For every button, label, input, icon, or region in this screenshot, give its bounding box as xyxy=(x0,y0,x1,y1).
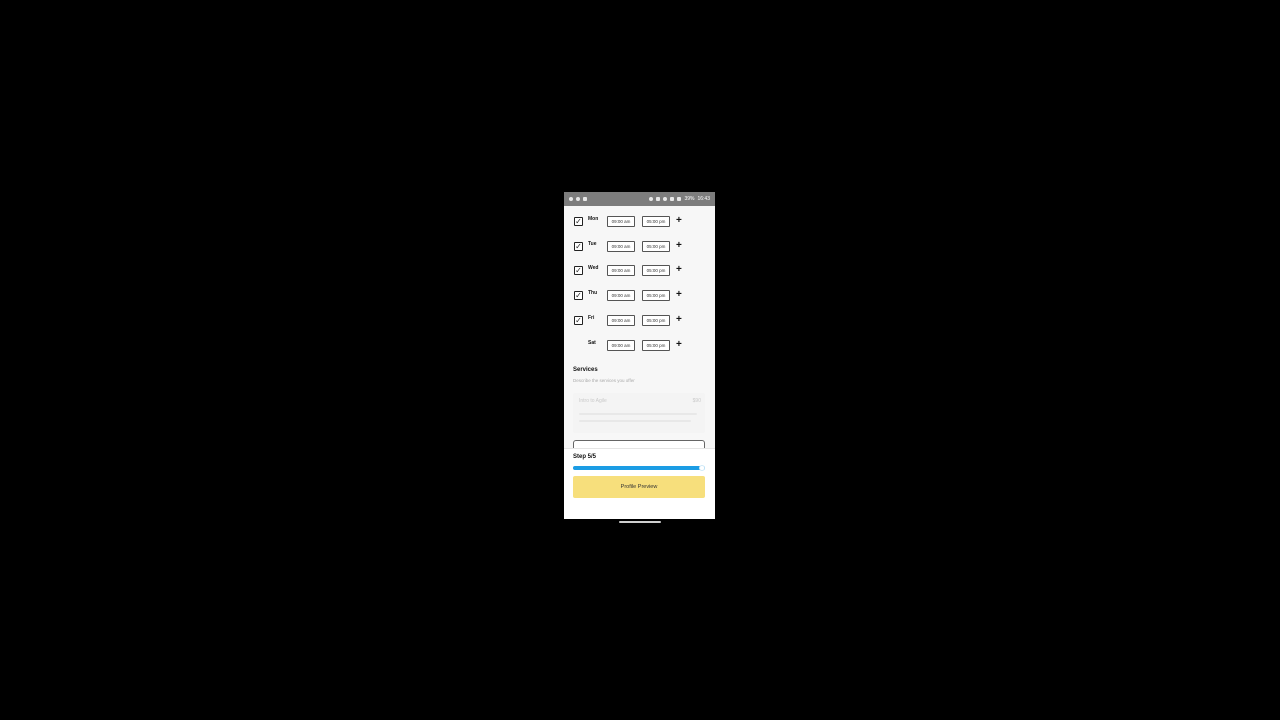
add-slot-button-tue[interactable]: + xyxy=(676,240,682,252)
open-time-tue[interactable]: 09:00 am xyxy=(607,241,635,252)
bluetooth-icon xyxy=(656,197,661,201)
day-label-fri: Fri xyxy=(588,315,595,321)
services-description: Describe the services you offer xyxy=(573,378,635,383)
clock: 16:43 xyxy=(697,196,710,202)
status-bar-right: 39% 16:43 xyxy=(649,196,710,202)
profile-preview-button[interactable]: Profile Preview xyxy=(573,476,705,498)
step-indicator: Step 5/5 xyxy=(573,454,597,460)
sync-icon xyxy=(576,197,580,201)
add-slot-button-wed[interactable]: + xyxy=(676,264,682,276)
add-slot-button-sat[interactable]: + xyxy=(676,339,682,351)
open-time-sat[interactable]: 09:00 am xyxy=(607,340,635,351)
photo-icon xyxy=(583,197,587,201)
day-row-tue: ✓ Tue 09:00 am 05:00 pm + xyxy=(564,240,715,254)
close-time-fri[interactable]: 05:00 pm xyxy=(642,315,670,326)
home-gesture-bar[interactable] xyxy=(619,521,661,523)
check-icon: ✓ xyxy=(575,316,582,325)
minus-icon xyxy=(663,197,668,201)
service-description-line xyxy=(579,420,691,422)
service-price: $90 xyxy=(692,398,701,404)
progress-bar xyxy=(573,465,705,471)
day-row-mon: ✓ Mon 09:00 am 05:00 pm + xyxy=(564,215,715,229)
progress-knob xyxy=(699,465,705,471)
day-label-thu: Thu xyxy=(588,290,598,296)
status-bar: 39% 16:43 xyxy=(564,192,715,206)
open-time-thu[interactable]: 09:00 am xyxy=(607,290,635,301)
add-slot-button-mon[interactable]: + xyxy=(676,215,682,227)
day-checkbox-wed[interactable]: ✓ xyxy=(574,266,583,275)
day-row-sat: Sat 09:00 am 05:00 pm + xyxy=(564,339,715,353)
day-row-thu: ✓ Thu 09:00 am 05:00 pm + xyxy=(564,289,715,303)
day-label-mon: Mon xyxy=(588,216,599,222)
open-time-mon[interactable]: 09:00 am xyxy=(607,216,635,227)
alarm-icon xyxy=(649,197,654,201)
add-slot-button-thu[interactable]: + xyxy=(676,289,682,301)
check-icon: ✓ xyxy=(575,266,582,275)
day-checkbox-thu[interactable]: ✓ xyxy=(574,291,583,300)
phone-screen: 39% 16:43 ✓ Mon 09:00 am 05:00 pm + ✓ Tu… xyxy=(564,192,715,519)
day-checkbox-fri[interactable]: ✓ xyxy=(574,316,583,325)
step-footer: Step 5/5 Profile Preview xyxy=(564,448,715,519)
day-label-tue: Tue xyxy=(588,241,597,247)
add-slot-button-fri[interactable]: + xyxy=(676,314,682,326)
check-icon: ✓ xyxy=(575,217,582,226)
day-checkbox-tue[interactable]: ✓ xyxy=(574,242,583,251)
service-card[interactable]: Intro to Agile $90 xyxy=(573,393,705,433)
day-row-fri: ✓ Fri 09:00 am 05:00 pm + xyxy=(564,314,715,328)
service-name: Intro to Agile xyxy=(579,398,607,404)
close-time-tue[interactable]: 05:00 pm xyxy=(642,241,670,252)
close-time-sat[interactable]: 05:00 pm xyxy=(642,340,670,351)
day-checkbox-mon[interactable]: ✓ xyxy=(574,217,583,226)
status-bar-left xyxy=(569,197,587,201)
day-label-sat: Sat xyxy=(588,340,596,346)
battery-level: 39% xyxy=(684,196,695,202)
services-heading: Services xyxy=(573,367,598,373)
signal-icon xyxy=(677,197,682,201)
wifi-icon xyxy=(670,197,675,201)
day-row-wed: ✓ Wed 09:00 am 05:00 pm + xyxy=(564,264,715,278)
close-time-wed[interactable]: 05:00 pm xyxy=(642,265,670,276)
notification-icon xyxy=(569,197,573,201)
progress-fill xyxy=(573,466,705,470)
close-time-mon[interactable]: 05:00 pm xyxy=(642,216,670,227)
open-time-fri[interactable]: 09:00 am xyxy=(607,315,635,326)
service-description-line xyxy=(579,413,697,415)
close-time-thu[interactable]: 05:00 pm xyxy=(642,290,670,301)
open-time-wed[interactable]: 09:00 am xyxy=(607,265,635,276)
check-icon: ✓ xyxy=(575,291,582,300)
check-icon: ✓ xyxy=(575,242,582,251)
day-label-wed: Wed xyxy=(588,265,599,271)
